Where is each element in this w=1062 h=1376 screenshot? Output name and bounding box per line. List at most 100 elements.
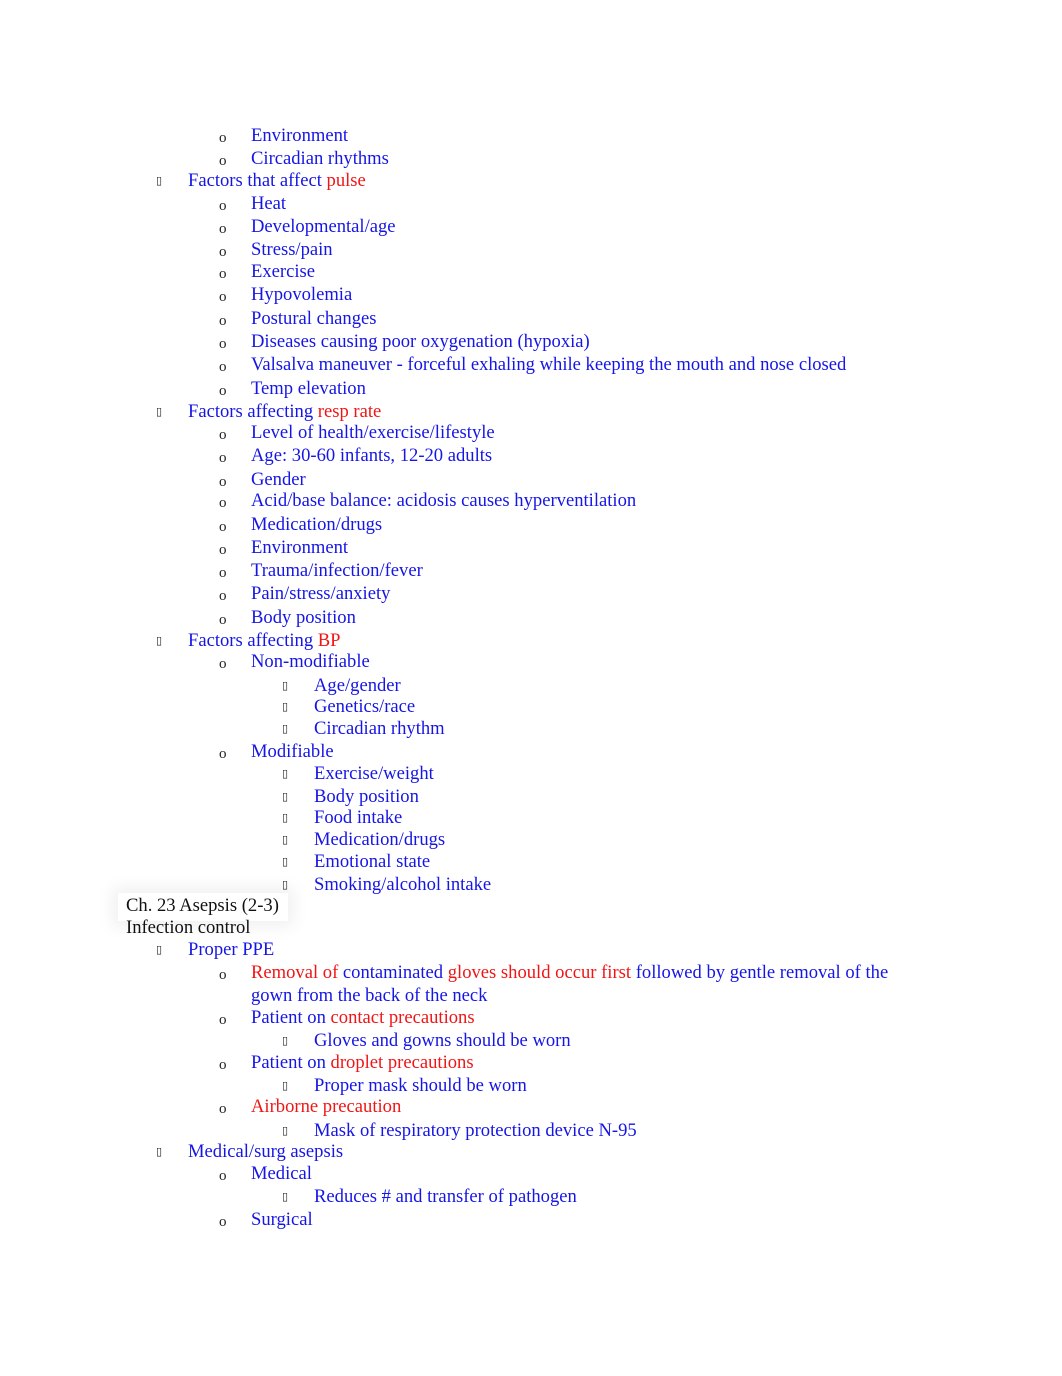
circle-bullet-icon: o [219,1057,227,1073]
text-segment: Exercise/weight [314,763,434,784]
circle-bullet-icon: o [219,198,227,214]
list-item: Gloves and gowns should be worn [314,1030,571,1052]
text-segment: contaminated [342,962,448,983]
list-item: Non-modifiable [251,651,370,673]
list-item: gown from the back of the neck [251,985,487,1007]
circle-bullet-icon: o [219,1101,227,1117]
list-item: Body position [251,607,356,629]
text-segment: followed by gentle removal of the [635,962,889,983]
text-segment: contact precautions [330,1007,475,1028]
circle-bullet-icon: o [219,153,227,169]
circle-bullet-icon: o [219,495,227,511]
circle-bullet-icon: o [219,612,227,628]
circle-bullet-icon: o [219,450,227,466]
text-segment: Medication/drugs [314,829,446,850]
circle-bullet-icon: o [219,967,227,983]
square-bullet-icon: ▯ [282,1079,289,1092]
text-segment: Airborne precaution [251,1096,402,1117]
text-segment: Gloves and gowns should be worn [314,1030,571,1051]
text-segment: Ch. 23 Asepsis (2-3) [126,895,279,916]
square-bullet-icon: ▯ [282,1034,289,1047]
circle-bullet-icon: o [219,336,227,352]
list-item: Stress/pain [251,239,333,261]
circle-bullet-icon: o [219,289,227,305]
text-segment: gown from the back of the neck [251,985,488,1006]
list-item: Valsalva maneuver - forceful exhaling wh… [251,354,846,376]
list-item: Diseases causing poor oxygenation (hypox… [251,331,590,353]
list-item: Factors affecting BP [188,630,341,652]
circle-bullet-icon: o [219,359,227,375]
list-item: Medical/surg asepsis [188,1141,343,1163]
text-segment: Reduces # and transfer of pathogen [314,1186,577,1207]
list-item: Emotional state [314,851,430,873]
square-bullet-icon: ▯ [156,943,163,956]
list-item: Gender [251,469,306,491]
circle-bullet-icon: o [219,588,227,604]
text-segment: Acid/base balance: acidosis causes hyper… [251,490,637,511]
text-segment: Medical/surg asepsis [188,1141,344,1162]
list-item: Temp elevation [251,378,366,400]
square-bullet-icon: ▯ [282,878,289,891]
text-segment: Hypovolemia [251,284,353,305]
square-bullet-icon: ▯ [282,790,289,803]
circle-bullet-icon: o [219,1214,227,1230]
text-segment: Patient on [251,1052,331,1073]
square-bullet-icon: ▯ [282,811,289,824]
text-segment: Pain/stress/anxiety [251,583,391,604]
text-segment: Level of health/exercise/lifestyle [251,422,495,443]
text-segment: Smoking/alcohol intake [314,874,492,895]
list-item: Environment [251,537,348,559]
circle-bullet-icon: o [219,746,227,762]
square-bullet-icon: ▯ [156,634,163,647]
text-segment: Emotional state [314,851,431,872]
text-segment: Factors affecting [188,401,318,422]
text-segment: Patient on [251,1007,331,1028]
text-segment: Temp elevation [251,378,366,399]
text-segment: Postural changes [251,308,377,329]
text-segment: Body position [314,786,419,807]
circle-bullet-icon: o [219,130,227,146]
circle-bullet-icon: o [219,565,227,581]
circle-bullet-icon: o [219,656,227,672]
heading-line: Infection control [126,917,250,939]
circle-bullet-icon: o [219,1168,227,1184]
square-bullet-icon: ▯ [282,1190,289,1203]
text-segment: pulse [326,170,366,191]
square-bullet-icon: ▯ [282,679,289,692]
list-item: Factors affecting resp rate [188,401,381,423]
list-item: Heat [251,193,286,215]
list-item: Acid/base balance: acidosis causes hyper… [251,490,636,512]
circle-bullet-icon: o [219,221,227,237]
circle-bullet-icon: o [219,244,227,260]
text-segment: Surgical [251,1209,313,1230]
text-segment: Genetics/race [314,696,416,717]
text-segment: Heat [251,193,287,214]
text-segment: Food intake [314,807,403,828]
list-item: Age/gender [314,675,401,697]
square-bullet-icon: ▯ [156,405,163,418]
list-item: Modifiable [251,741,334,763]
list-item: Circadian rhythm [314,718,445,740]
text-segment: resp rate [317,401,382,422]
circle-bullet-icon: o [219,266,227,282]
list-item: Developmental/age [251,216,396,238]
list-item: Trauma/infection/fever [251,560,423,582]
text-segment: Developmental/age [251,216,396,237]
text-segment: Circadian rhythm [314,718,445,739]
text-segment: gloves should occur first [447,962,636,983]
text-segment: Non-modifiable [251,651,370,672]
list-item: Medical [251,1163,312,1185]
square-bullet-icon: ▯ [282,855,289,868]
text-segment: Proper mask should be worn [314,1075,527,1096]
text-segment: Valsalva maneuver - forceful exhaling wh… [251,354,847,375]
list-item: Smoking/alcohol intake [314,874,491,896]
text-segment: Mask of respiratory protection device N-… [314,1120,637,1141]
list-item: Hypovolemia [251,284,352,306]
text-segment: Proper PPE [188,939,275,960]
list-item: Environment [251,125,348,147]
list-item: Food intake [314,807,402,829]
list-item: Age: 30-60 infants, 12-20 adults [251,445,492,467]
list-item: Reduces # and transfer of pathogen [314,1186,577,1208]
circle-bullet-icon: o [219,542,227,558]
text-segment: Factors that affect [188,170,327,191]
